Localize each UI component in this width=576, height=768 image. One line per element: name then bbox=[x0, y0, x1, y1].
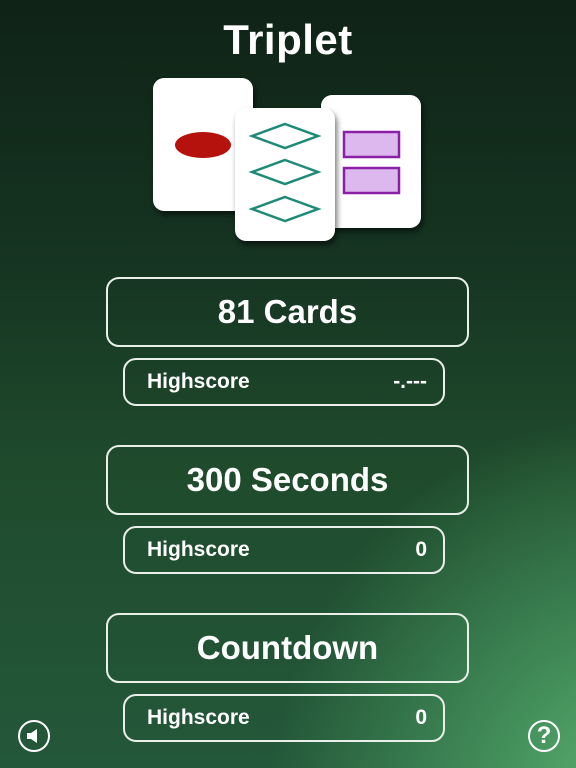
mode-300-seconds-button[interactable]: 300 Seconds bbox=[106, 445, 469, 515]
highscore-label: Highscore bbox=[147, 370, 250, 393]
app-title: Triplet bbox=[223, 16, 353, 63]
mode-countdown-button[interactable]: Countdown bbox=[106, 613, 469, 683]
highscore-label: Highscore bbox=[147, 538, 250, 561]
highscore-value: 0 bbox=[415, 538, 427, 561]
logo-card-diamonds bbox=[235, 108, 335, 241]
highscore-300-seconds: Highscore 0 bbox=[123, 526, 445, 574]
sound-toggle-button[interactable] bbox=[18, 720, 50, 752]
highscore-value: 0 bbox=[415, 706, 427, 729]
mode-81-cards-button[interactable]: 81 Cards bbox=[106, 277, 469, 347]
help-button[interactable]: ? bbox=[528, 720, 560, 752]
rectangle-symbols bbox=[342, 130, 401, 195]
question-icon: ? bbox=[536, 722, 552, 749]
highscore-81-cards: Highscore -.--- bbox=[123, 358, 445, 406]
highscore-value: -.--- bbox=[393, 370, 427, 393]
speaker-icon bbox=[27, 729, 37, 743]
highscore-countdown: Highscore 0 bbox=[123, 694, 445, 742]
diamond-symbols bbox=[248, 122, 322, 223]
logo-card-rectangles bbox=[321, 95, 421, 228]
highscore-label: Highscore bbox=[147, 706, 250, 729]
